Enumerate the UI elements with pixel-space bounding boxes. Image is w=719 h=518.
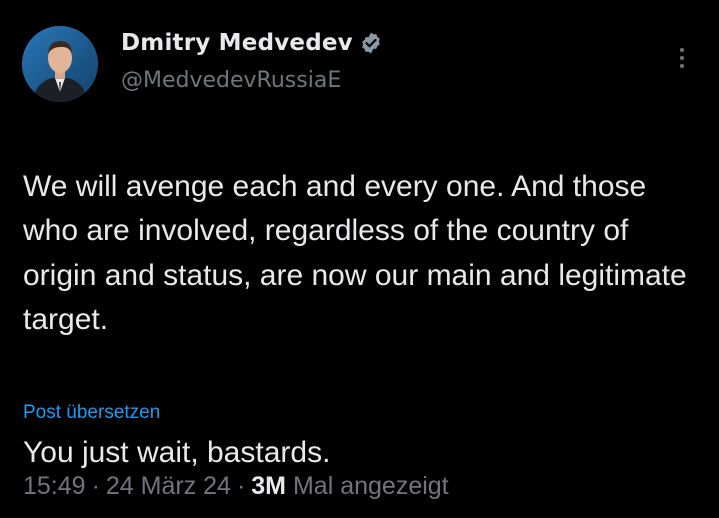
author-name-row: Dmitry Medvedev <box>121 30 383 56</box>
more-dot-icon <box>680 48 684 52</box>
more-dot-icon <box>680 56 684 60</box>
views-label: Mal angezeigt <box>292 472 449 500</box>
tweet-time[interactable]: 15:49 <box>23 472 86 501</box>
tweet-text: We will avenge each and every one. And t… <box>23 120 693 518</box>
display-name[interactable]: Dmitry Medvedev <box>121 30 353 56</box>
tweet-paragraph-2: You just wait, bastards. <box>23 436 331 469</box>
tweet-paragraph-1: We will avenge each and every one. And t… <box>23 169 687 337</box>
more-dot-icon <box>680 64 684 68</box>
meta-separator: · <box>91 472 100 500</box>
verified-badge-icon[interactable] <box>359 31 383 55</box>
author-handle[interactable]: @MedvedevRussiaE <box>121 68 341 93</box>
tweet-card: Dmitry Medvedev @MedvedevRussiaE We will… <box>0 0 719 518</box>
tweet-meta: 15:49 · 24 März 24 · 3M Mal angezeigt <box>23 472 449 501</box>
views-count: 3M <box>251 472 287 500</box>
tweet-date[interactable]: 24 März 24 <box>106 472 231 501</box>
meta-separator: · <box>236 472 246 500</box>
avatar[interactable] <box>22 26 98 102</box>
more-options-button[interactable] <box>668 40 696 76</box>
translate-post-link[interactable]: Post übersetzen <box>23 402 160 424</box>
